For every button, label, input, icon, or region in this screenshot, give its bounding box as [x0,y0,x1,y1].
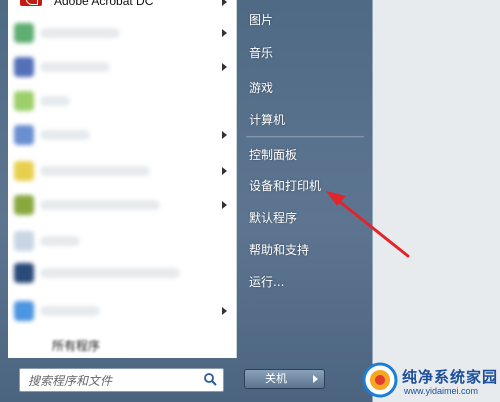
watermark-url: www.yidaimei.com [404,386,479,396]
watermark-logo-icon [362,362,398,398]
annotation-arrow-icon [326,191,410,258]
watermark-title: 纯净系统家园 [402,368,499,386]
